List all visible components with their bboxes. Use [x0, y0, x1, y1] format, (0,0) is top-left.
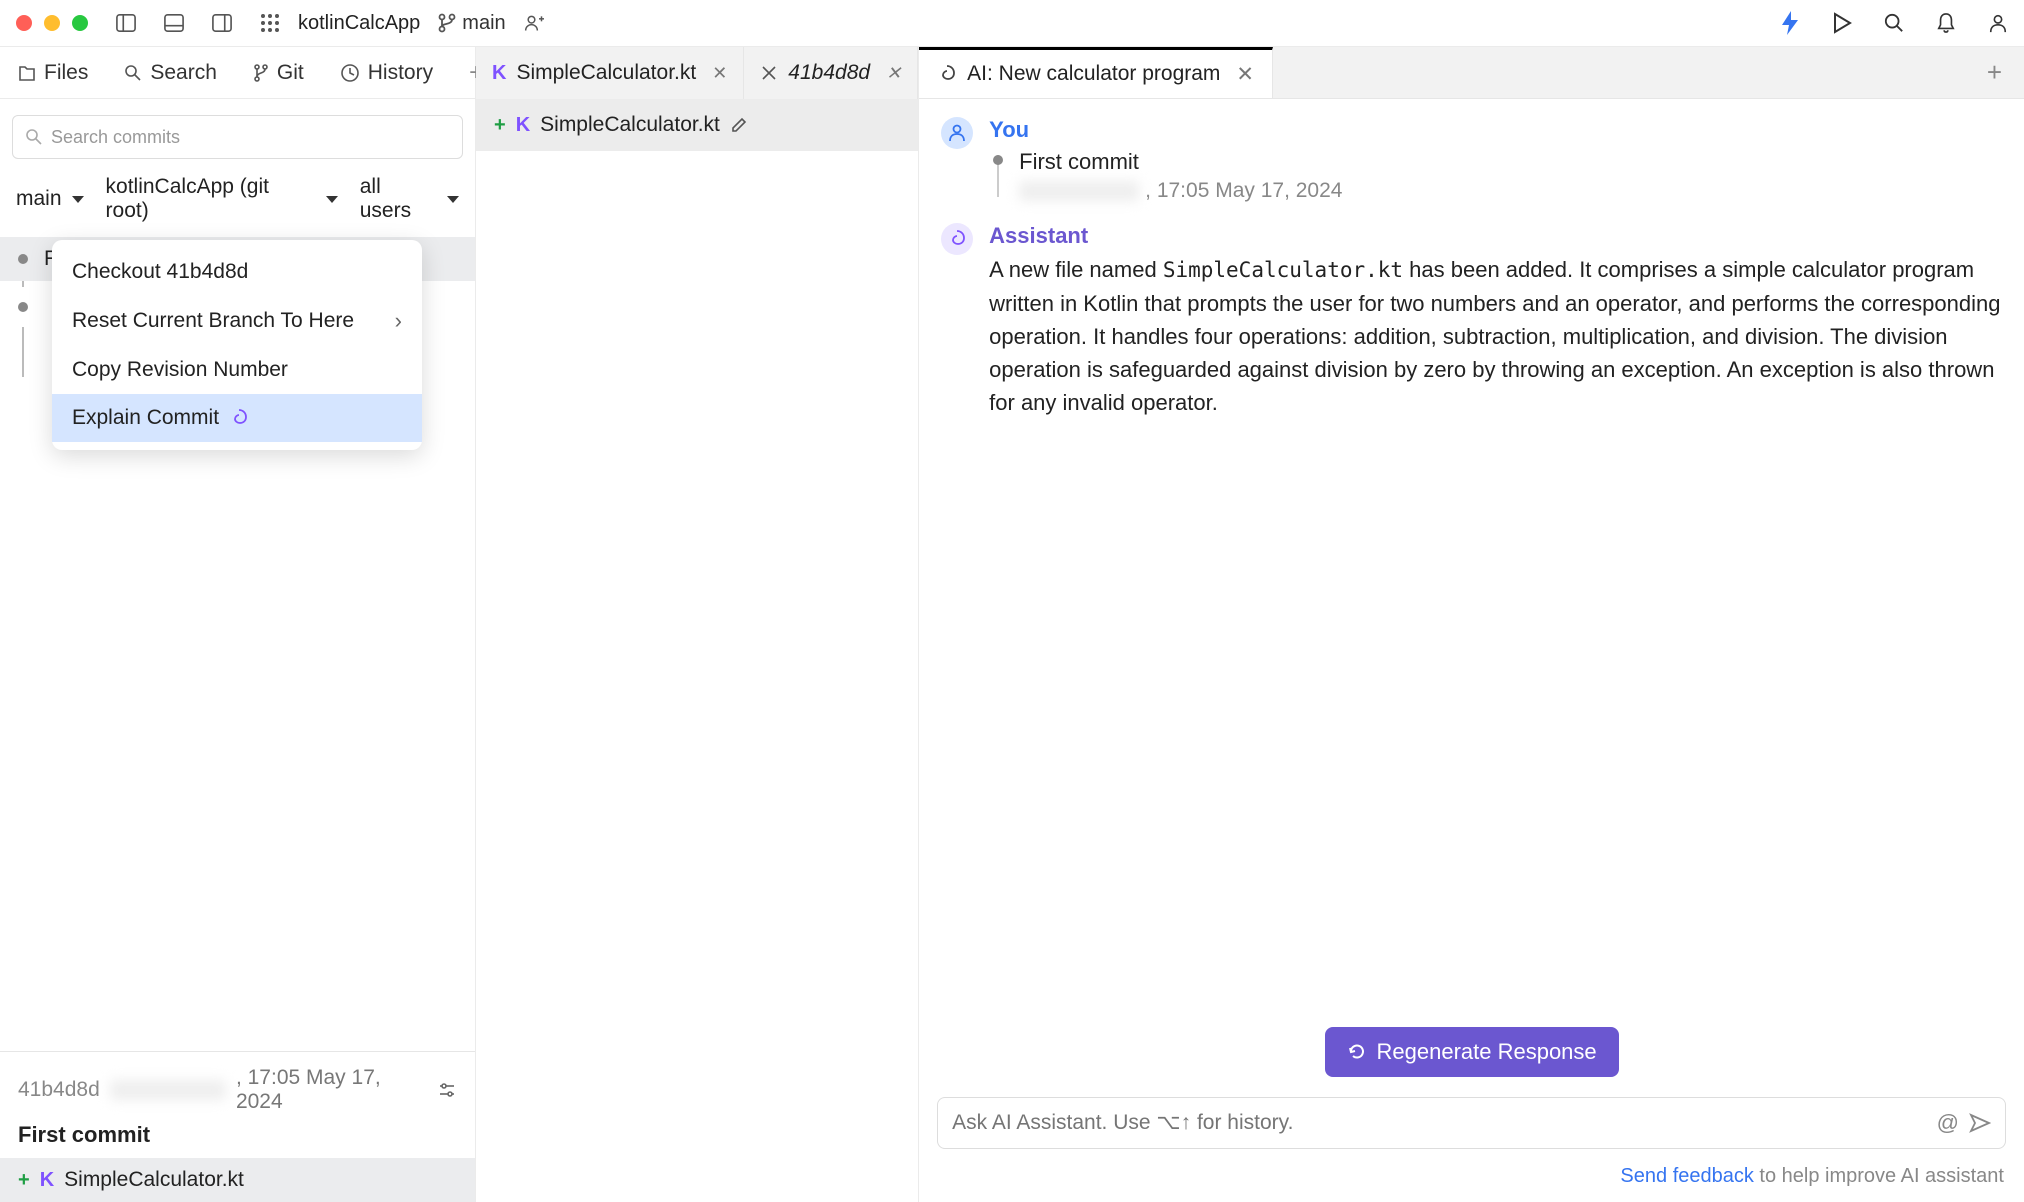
editor-tab-revision[interactable]: 41b4d8d ✕	[744, 47, 918, 99]
clock-icon	[340, 63, 360, 83]
tab-history[interactable]: History	[322, 47, 451, 98]
ai-tab[interactable]: AI: New calculator program ✕	[919, 47, 1273, 98]
user-avatar-icon	[941, 117, 973, 149]
commit-hash: 41b4d8d	[18, 1078, 100, 1102]
branch-icon	[438, 13, 456, 33]
run-icon[interactable]	[1832, 13, 1852, 33]
account-icon[interactable]	[1988, 13, 2008, 33]
author-redacted	[110, 1080, 226, 1100]
changed-file-row[interactable]: + K SimpleCalculator.kt	[0, 1158, 475, 1202]
mention-icon[interactable]: @	[1937, 1110, 1959, 1136]
user-msg-title: First commit	[1019, 149, 2002, 175]
close-tab-icon[interactable]: ✕	[712, 63, 727, 84]
search-icon	[25, 128, 43, 146]
ai-swirl-icon	[229, 408, 249, 428]
titlebar: kotlinCalcApp main	[0, 0, 2024, 47]
notifications-icon[interactable]	[1936, 13, 1956, 33]
folder-icon	[18, 63, 36, 83]
commit-timestamp: , 17:05 May 17, 2024	[236, 1066, 427, 1114]
branch-icon	[253, 63, 269, 83]
branch-name: main	[462, 12, 505, 35]
commit-detail-panel: 41b4d8d , 17:05 May 17, 2024 First commi…	[0, 1051, 475, 1202]
apps-grid-icon[interactable]	[260, 13, 280, 33]
menu-explain-commit[interactable]: Explain Commit	[52, 394, 422, 442]
assistant-text: A new file named SimpleCalculator.kt has…	[989, 253, 2002, 419]
ai-swirl-icon	[937, 64, 957, 84]
assistant-label: Assistant	[989, 223, 2002, 249]
close-window-button[interactable]	[16, 15, 32, 31]
send-feedback-link[interactable]: Send feedback	[1620, 1165, 1753, 1187]
tab-git[interactable]: Git	[235, 47, 322, 98]
opened-file-name: SimpleCalculator.kt	[540, 113, 720, 137]
add-user-icon[interactable]	[524, 13, 544, 33]
panel-right-icon[interactable]	[212, 13, 232, 33]
ai-assistant-panel: AI: New calculator program ✕ + You First…	[919, 47, 2024, 1202]
ai-input-field[interactable]	[952, 1111, 1927, 1135]
added-icon: +	[494, 114, 506, 137]
menu-reset-branch[interactable]: Reset Current Branch To Here	[52, 296, 422, 346]
commit-dot-icon	[18, 254, 28, 264]
added-icon: +	[18, 1169, 30, 1192]
menu-copy-revision[interactable]: Copy Revision Number	[52, 346, 422, 394]
chat-area: You First commit , 17:05 May 17, 2024 As…	[919, 99, 2024, 1007]
commit-detail-title: First commit	[0, 1118, 475, 1158]
editor-tab-file[interactable]: K SimpleCalculator.kt ✕	[476, 47, 744, 99]
kotlin-file-icon: K	[516, 114, 530, 137]
tab-files[interactable]: Files	[0, 47, 106, 98]
vcs-panel: Files Search Git History + Search commit…	[0, 47, 476, 1202]
filter-row: main kotlinCalcApp (git root) all users	[0, 169, 475, 237]
ai-input[interactable]: @	[937, 1097, 2006, 1149]
edit-icon[interactable]	[730, 116, 748, 134]
search-icon[interactable]	[1884, 13, 1904, 33]
assistant-avatar-icon	[941, 223, 973, 255]
panel-left-icon[interactable]	[116, 13, 136, 33]
author-redacted	[1019, 181, 1139, 201]
window-controls	[16, 15, 88, 31]
fullscreen-window-button[interactable]	[72, 15, 88, 31]
user-msg-meta: , 17:05 May 17, 2024	[1145, 179, 1342, 203]
tab-search[interactable]: Search	[106, 47, 235, 98]
commit-context-menu: Checkout 41b4d8d Reset Current Branch To…	[52, 240, 422, 450]
search-placeholder: Search commits	[51, 127, 180, 148]
search-commits-input[interactable]: Search commits	[12, 115, 463, 159]
kotlin-file-icon: K	[40, 1169, 54, 1192]
minimize-window-button[interactable]	[44, 15, 60, 31]
vcs-tabs: Files Search Git History +	[0, 47, 475, 99]
regenerate-button[interactable]: Regenerate Response	[1325, 1027, 1619, 1077]
branch-selector[interactable]: main	[438, 12, 505, 35]
file-opened-bar[interactable]: + K SimpleCalculator.kt	[476, 99, 918, 151]
refresh-icon	[1347, 1042, 1367, 1062]
detail-settings-icon[interactable]	[437, 1080, 457, 1100]
panel-bottom-icon[interactable]	[164, 13, 184, 33]
kotlin-file-icon: K	[492, 62, 506, 85]
close-tab-icon[interactable]: ✕	[1236, 62, 1254, 87]
add-ai-tab-button[interactable]: +	[1965, 57, 2024, 88]
menu-checkout[interactable]: Checkout 41b4d8d	[52, 248, 422, 296]
editor-area: K SimpleCalculator.kt ✕ 41b4d8d ✕ + K Si…	[476, 47, 919, 1202]
editor-tabs: K SimpleCalculator.kt ✕ 41b4d8d ✕	[476, 47, 918, 99]
merge-icon	[760, 64, 778, 82]
branch-filter[interactable]: main	[16, 175, 84, 223]
changed-file-name: SimpleCalculator.kt	[64, 1168, 244, 1192]
project-name[interactable]: kotlinCalcApp	[298, 12, 420, 35]
commit-dot-icon	[993, 155, 1003, 165]
feedback-row: Send feedback to help improve AI assista…	[919, 1159, 2024, 1202]
repo-filter[interactable]: kotlinCalcApp (git root)	[106, 175, 338, 223]
user-label: You	[989, 117, 2002, 143]
ai-tab-bar: AI: New calculator program ✕ +	[919, 47, 2024, 99]
send-icon[interactable]	[1969, 1113, 1991, 1133]
commit-dot-icon	[18, 302, 28, 312]
close-tab-icon[interactable]: ✕	[886, 63, 901, 84]
assistant-message: Assistant A new file named SimpleCalcula…	[941, 223, 2002, 419]
users-filter[interactable]: all users	[360, 175, 459, 223]
ai-lightning-icon[interactable]	[1780, 13, 1800, 33]
search-icon	[124, 64, 142, 82]
user-message: You First commit , 17:05 May 17, 2024	[941, 117, 2002, 203]
